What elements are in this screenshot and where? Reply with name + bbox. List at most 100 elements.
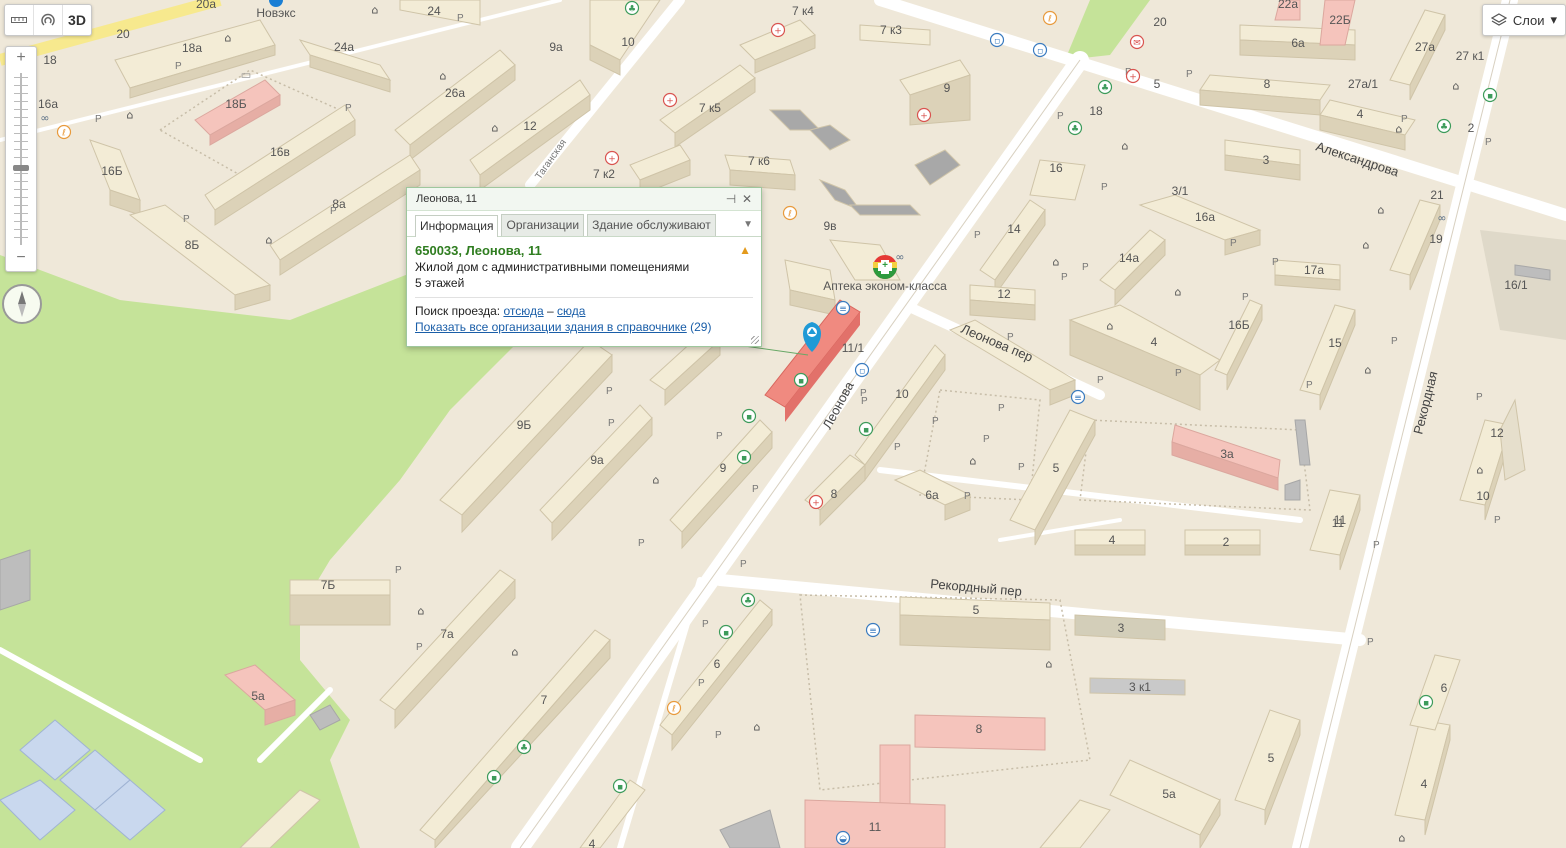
building-icon[interactable]: ⌂	[372, 4, 379, 17]
shop-icon[interactable]: ▪	[718, 624, 734, 640]
balloon-tabs: Информация Организации Здание обслуживаю…	[407, 211, 761, 237]
layers-icon	[1490, 13, 1507, 26]
compass-icon[interactable]	[2, 284, 42, 324]
house-number-label: 12	[997, 287, 1011, 301]
park-icon[interactable]: ♣	[1097, 79, 1113, 95]
park-icon[interactable]: ♣	[740, 592, 756, 608]
building-icon[interactable]: ⌂	[1378, 204, 1385, 217]
shop-icon[interactable]: ▪	[612, 778, 628, 794]
route-to-link[interactable]: сюда	[557, 304, 585, 318]
building-icon[interactable]: ⌂	[225, 32, 232, 45]
park-icon[interactable]: ♣	[1067, 120, 1083, 136]
restaurant-icon[interactable]: ℓ	[666, 700, 682, 716]
hospital-icon[interactable]: +	[770, 22, 786, 38]
layers-label: Слои	[1512, 12, 1545, 28]
svg-text:⌂: ⌂	[970, 455, 977, 468]
building-icon[interactable]: ⌂	[1175, 286, 1182, 299]
tabs-dropdown-icon[interactable]: ▼	[743, 214, 753, 236]
house-number-label: 3/1	[1172, 184, 1189, 198]
park-icon[interactable]: ♣	[516, 739, 532, 755]
building-icon[interactable]: ⌂	[512, 646, 519, 659]
shop-icon[interactable]: ▪	[1418, 694, 1434, 710]
mail-icon[interactable]: ✉	[1129, 34, 1145, 50]
svg-text:⌂: ⌂	[1378, 204, 1385, 217]
hospital-icon[interactable]: +	[604, 150, 620, 166]
building-icon[interactable]: ⌂	[440, 70, 447, 83]
building-icon[interactable]: ⌂	[1453, 80, 1460, 93]
close-icon[interactable]: ✕	[739, 192, 755, 206]
building-icon[interactable]: ⌂	[492, 122, 499, 135]
park-icon[interactable]: ♣	[1436, 118, 1452, 134]
building-icon[interactable]: ⌂	[1399, 832, 1406, 845]
house-number-label: 7 к4	[792, 4, 814, 18]
shop-icon[interactable]: ▪	[736, 449, 752, 465]
bus-stop-icon[interactable]: ▫	[854, 362, 870, 378]
show-organizations-link[interactable]: Показать все организации здания в справо…	[415, 320, 687, 334]
atm-icon[interactable]: ≡	[835, 300, 851, 316]
tab-organizations[interactable]: Организации	[501, 214, 585, 236]
zoom-in-button[interactable]: +	[6, 47, 36, 69]
building-icon[interactable]: ⌂	[127, 109, 134, 122]
building-icon[interactable]: ⌂	[1046, 658, 1053, 671]
bus-stop-icon[interactable]: ▫	[989, 32, 1005, 48]
building-icon[interactable]: ⌂	[1396, 123, 1403, 136]
parking-label: P	[1485, 137, 1492, 148]
hospital-icon[interactable]: +	[916, 107, 932, 123]
shop-icon[interactable]: ▪	[1482, 87, 1498, 103]
hospital-icon[interactable]: +	[1125, 68, 1141, 84]
compass-needle-icon	[18, 291, 26, 317]
park-icon[interactable]: ♣	[624, 0, 640, 16]
parking-label: P	[95, 114, 102, 125]
atm-icon[interactable]: ≡	[865, 622, 881, 638]
lamp-icon[interactable]: ▭	[241, 69, 251, 82]
building-icon[interactable]: ⌂	[1477, 464, 1484, 477]
restaurant-icon[interactable]: ℓ	[1042, 10, 1058, 26]
building-icon[interactable]: ⌂	[653, 474, 660, 487]
building-icon[interactable]: ⌂	[418, 605, 425, 618]
house-number-label: 7 к2	[593, 167, 615, 181]
zoom-slider-handle[interactable]	[13, 165, 29, 172]
hospital-icon[interactable]: +	[808, 494, 824, 510]
house-number-label: 12	[1490, 426, 1504, 440]
building-icon[interactable]: ⌂	[970, 455, 977, 468]
tab-building-services[interactable]: Здание обслуживают	[587, 214, 716, 236]
warning-icon[interactable]: ▲	[739, 243, 751, 257]
parking-label: P	[715, 730, 722, 741]
bicycle-icon[interactable]: ∞	[1437, 212, 1446, 225]
3d-toggle-button[interactable]: 3D	[63, 5, 91, 35]
house-number-label: 20а	[196, 0, 216, 11]
house-number-label: 5	[1154, 77, 1161, 91]
zoom-out-button[interactable]: −	[6, 247, 36, 269]
building-icon[interactable]: ⌂	[1122, 140, 1129, 153]
shop-icon[interactable]: ▪	[858, 421, 874, 437]
shop-icon[interactable]: ▪	[741, 408, 757, 424]
tab-info[interactable]: Информация	[415, 215, 499, 237]
bicycle-icon[interactable]: ∞	[895, 251, 904, 264]
baby-carriage-icon[interactable]: ◒	[835, 830, 851, 846]
building-icon[interactable]: ⌂	[754, 721, 761, 734]
building-icon[interactable]: ⌂	[266, 234, 273, 247]
atm-icon[interactable]: ≡	[1070, 389, 1086, 405]
shop-icon[interactable]: ▪	[486, 769, 502, 785]
svg-text:⌂: ⌂	[1396, 123, 1403, 136]
building-icon[interactable]: ⌂	[1365, 364, 1372, 377]
ruler-icon[interactable]	[5, 5, 34, 35]
route-from-link[interactable]: отсюда	[503, 304, 543, 318]
bicycle-icon[interactable]: ∞	[40, 112, 49, 125]
layers-button[interactable]: Слои ▾	[1481, 4, 1566, 36]
hospital-icon[interactable]: +	[662, 92, 678, 108]
bus-stop-icon[interactable]: ▫	[1032, 42, 1048, 58]
building-icon[interactable]: ⌂	[1363, 239, 1370, 252]
map-canvas[interactable]: Леонова Леонова пер Рекордный пер Рекорд…	[0, 0, 1566, 848]
building-icon[interactable]: ⌂	[1053, 256, 1060, 269]
restaurant-icon[interactable]: ℓ	[56, 124, 72, 140]
pin-icon[interactable]: ⊣	[723, 192, 739, 206]
shop-icon[interactable]: ▪	[793, 372, 809, 388]
restaurant-icon[interactable]: ℓ	[782, 205, 798, 221]
magnifier-icon[interactable]	[34, 5, 63, 35]
pharmacy-poi[interactable]: +	[873, 255, 897, 279]
building-icon[interactable]: ⌂	[1107, 320, 1114, 333]
resize-grip-icon[interactable]	[751, 336, 759, 344]
zoom-ticks	[14, 77, 28, 245]
house-number-label: 4	[1151, 335, 1158, 349]
